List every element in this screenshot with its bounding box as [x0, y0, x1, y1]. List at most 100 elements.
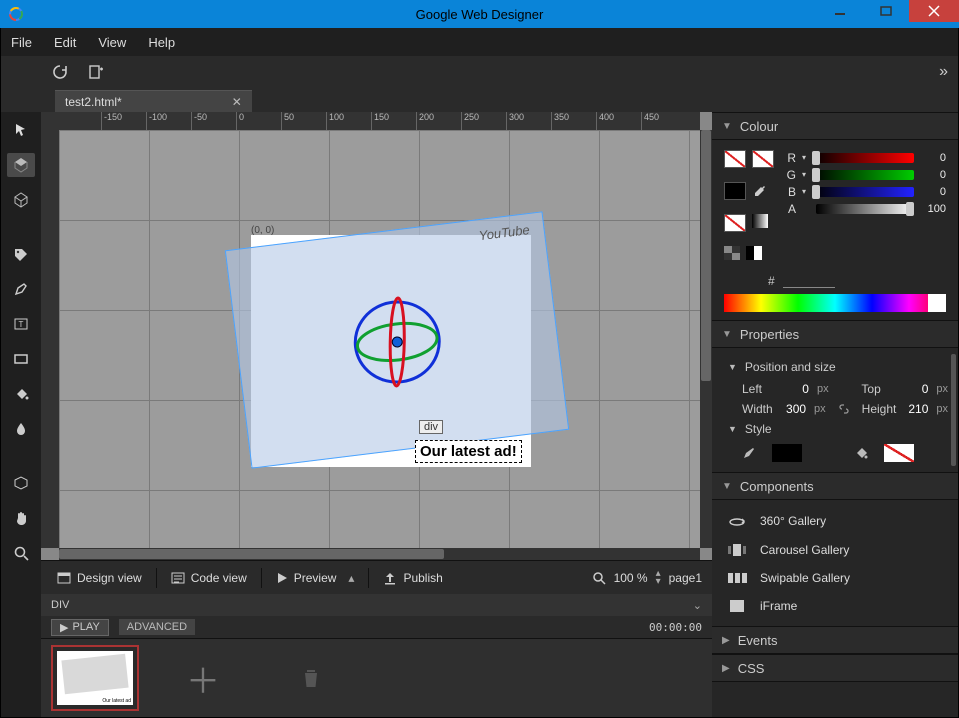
- canvas-scrollbar-horizontal[interactable]: [59, 548, 700, 560]
- code-view-button[interactable]: Code view: [165, 567, 253, 589]
- hex-input[interactable]: [783, 274, 835, 288]
- panel-properties-header[interactable]: ▼Properties: [712, 320, 958, 348]
- b-slider[interactable]: [812, 187, 914, 197]
- component-swipable-gallery[interactable]: Swipable Gallery: [712, 564, 958, 592]
- canvas-stage[interactable]: (0, 0) YouTube: [59, 130, 700, 548]
- component-360-gallery[interactable]: 360° Gallery: [712, 506, 958, 536]
- panel-events-header[interactable]: ▶Events: [712, 626, 958, 654]
- fill-tool-icon[interactable]: [7, 382, 35, 406]
- gradient-icon[interactable]: [752, 214, 768, 232]
- ruler-horizontal[interactable]: -150 -100 -50 0 50 100 150 200 250 300 3…: [41, 112, 700, 130]
- panel-colour-header[interactable]: ▼Colour: [712, 112, 958, 140]
- document-tab[interactable]: test2.html* ✕: [55, 90, 252, 112]
- toolbar-overflow-icon[interactable]: »: [939, 63, 948, 81]
- window-close-button[interactable]: [909, 0, 959, 22]
- hand-tool-icon[interactable]: [7, 506, 35, 530]
- bucket-icon[interactable]: [854, 446, 868, 460]
- menu-view[interactable]: View: [98, 35, 126, 50]
- view-status-bar: Design view Code view Preview ▴: [41, 560, 712, 594]
- zoom-tool-icon[interactable]: [7, 541, 35, 565]
- advanced-button[interactable]: ADVANCED: [119, 619, 195, 635]
- breadcrumb-toggle-icon[interactable]: ⌄: [693, 599, 702, 612]
- r-slider[interactable]: [812, 153, 914, 163]
- foreground-swatch[interactable]: [724, 182, 746, 200]
- height-input[interactable]: 210: [904, 402, 928, 416]
- preview-dropdown-icon[interactable]: ▴: [348, 571, 354, 585]
- ad-text-element[interactable]: Our latest ad!: [415, 440, 522, 463]
- zoom-stepper-icon[interactable]: ▴▾: [656, 570, 661, 586]
- add-frame-button[interactable]: ＋: [159, 645, 247, 711]
- timeline-frames: Our latest ad ＋: [41, 638, 712, 717]
- top-input[interactable]: 0: [903, 382, 928, 396]
- carousel-icon: [726, 543, 748, 557]
- tab-close-icon[interactable]: ✕: [232, 95, 242, 109]
- left-input[interactable]: 0: [784, 382, 809, 396]
- 3d-rotate-tool-icon[interactable]: [7, 153, 35, 177]
- eyedropper-icon[interactable]: [752, 184, 766, 198]
- r-value[interactable]: 0: [920, 152, 946, 164]
- rotation-gizmo-icon[interactable]: [342, 286, 453, 397]
- menubar: File Edit View Help: [1, 28, 958, 56]
- design-view-button[interactable]: Design view: [51, 567, 148, 589]
- component-carousel-gallery[interactable]: Carousel Gallery: [712, 536, 958, 564]
- ink-tool-icon[interactable]: [7, 417, 35, 441]
- style-bg-swatch[interactable]: [884, 444, 914, 462]
- app-icon: [8, 6, 24, 22]
- panel-css-header[interactable]: ▶CSS: [712, 654, 958, 682]
- style-fill-swatch[interactable]: [772, 444, 802, 462]
- pattern-swatch-icon[interactable]: [724, 246, 740, 260]
- canvas[interactable]: px -150 -100 -50 0 50 100 150 200 250 30…: [41, 112, 712, 560]
- canvas-scrollbar-vertical[interactable]: [700, 130, 712, 548]
- stroke-swatch[interactable]: [752, 150, 774, 168]
- zoom-value[interactable]: 100 %: [614, 571, 648, 585]
- position-size-header[interactable]: ▼Position and size: [728, 360, 948, 374]
- window-maximize-button[interactable]: [863, 0, 909, 22]
- width-input[interactable]: 300: [782, 402, 806, 416]
- rectangle-tool-icon[interactable]: [7, 347, 35, 371]
- tab-bar: test2.html* ✕: [1, 88, 958, 112]
- window-minimize-button[interactable]: [817, 0, 863, 22]
- 3d-stage-tool-icon[interactable]: [7, 471, 35, 495]
- fill-swatch[interactable]: [724, 150, 746, 168]
- spectrum-bar[interactable]: [724, 294, 946, 312]
- component-iframe[interactable]: iFrame: [712, 592, 958, 620]
- selected-element[interactable]: YouTube: [225, 211, 569, 468]
- frame-thumb[interactable]: Our latest ad: [51, 645, 139, 711]
- youtube-label: YouTube: [478, 222, 531, 243]
- properties-scrollbar[interactable]: [951, 354, 956, 466]
- menu-edit[interactable]: Edit: [54, 35, 76, 50]
- tag-tool-icon[interactable]: [7, 242, 35, 266]
- style-header[interactable]: ▼Style: [728, 422, 948, 436]
- bw-swatch-icon[interactable]: [746, 246, 762, 260]
- components-panel: 360° Gallery Carousel Gallery Swipable G…: [712, 500, 958, 626]
- link-dimensions-icon[interactable]: [838, 403, 850, 415]
- a-value[interactable]: 100: [920, 203, 946, 215]
- 3d-translate-tool-icon[interactable]: [7, 188, 35, 212]
- pen-tool-icon[interactable]: [7, 277, 35, 301]
- delete-frame-button[interactable]: [267, 645, 355, 711]
- refresh-icon[interactable]: [49, 61, 71, 83]
- new-page-icon[interactable]: [85, 61, 107, 83]
- origin-coord-label: (0, 0): [251, 225, 274, 236]
- page-selector[interactable]: page1: [669, 571, 702, 585]
- menu-file[interactable]: File: [11, 35, 32, 50]
- play-button[interactable]: ▶ PLAY: [51, 619, 109, 636]
- b-value[interactable]: 0: [920, 186, 946, 198]
- menu-help[interactable]: Help: [148, 35, 175, 50]
- preview-button[interactable]: Preview ▴: [270, 567, 361, 589]
- pencil-icon[interactable]: [742, 446, 756, 460]
- text-tool-icon[interactable]: T: [7, 312, 35, 336]
- panel-components-header[interactable]: ▼Components: [712, 472, 958, 500]
- rotate-360-icon: [726, 513, 748, 529]
- breadcrumb[interactable]: DIV: [51, 599, 69, 611]
- publish-button[interactable]: Publish: [377, 567, 448, 589]
- a-slider[interactable]: [816, 204, 914, 214]
- iframe-icon: [726, 599, 748, 613]
- g-value[interactable]: 0: [920, 169, 946, 181]
- colour-panel: R▾0 G▾0 B▾0 A100 #: [712, 140, 958, 320]
- g-slider[interactable]: [812, 170, 914, 180]
- ruler-vertical[interactable]: [41, 130, 59, 548]
- selection-tool-icon[interactable]: [7, 118, 35, 142]
- none-swatch[interactable]: [724, 214, 746, 232]
- zoom-icon[interactable]: [592, 571, 606, 585]
